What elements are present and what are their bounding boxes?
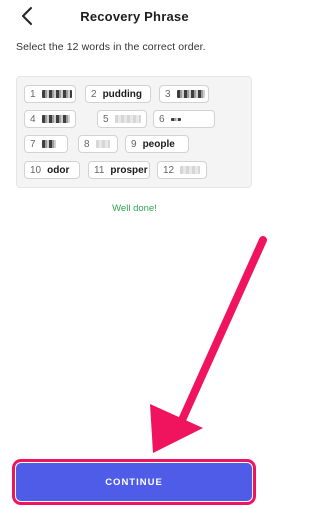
word-number: 6 <box>159 113 165 125</box>
word-chip-6[interactable]: 6 <box>153 110 215 128</box>
word-number: 8 <box>84 138 90 150</box>
obscured-word <box>176 90 205 98</box>
word-chip-1[interactable]: 1 <box>24 85 76 103</box>
obscured-word <box>170 117 181 121</box>
word-chip-11[interactable]: 11 prosper <box>88 161 150 179</box>
word-chip-5[interactable]: 5 <box>97 110 147 128</box>
continue-button[interactable]: CONTINUE <box>12 459 256 505</box>
word-chip-2[interactable]: 2 pudding <box>85 85 151 103</box>
header: Recovery Phrase <box>0 0 269 34</box>
word-chip-10[interactable]: 10 odor <box>24 161 80 179</box>
obscured-word <box>95 140 110 148</box>
word-number: 10 <box>30 164 42 176</box>
obscured-word <box>114 115 141 123</box>
word-number: 9 <box>131 138 137 150</box>
obscured-word <box>180 166 201 174</box>
word-grid: 1 2 pudding 3 4 5 6 7 8 9 people 10 odor… <box>16 76 252 188</box>
word-chip-7[interactable]: 7 <box>24 135 68 153</box>
obscured-word <box>41 140 56 148</box>
word-chip-12[interactable]: 12 <box>157 161 207 179</box>
obscured-word <box>41 90 72 98</box>
word-number: 5 <box>103 113 109 125</box>
instruction-text: Select the 12 words in the correct order… <box>16 41 206 53</box>
word-chip-4[interactable]: 4 <box>24 110 76 128</box>
word-chip-3[interactable]: 3 <box>159 85 209 103</box>
word-text: people <box>142 138 175 150</box>
success-message: Well done! <box>112 203 157 214</box>
page-title: Recovery Phrase <box>80 9 189 24</box>
word-number: 2 <box>91 88 97 100</box>
word-number: 4 <box>30 113 36 125</box>
word-number: 7 <box>30 138 36 150</box>
word-number: 11 <box>94 164 105 176</box>
word-chip-9[interactable]: 9 people <box>125 135 189 153</box>
word-number: 1 <box>30 88 36 100</box>
word-number: 3 <box>165 88 171 100</box>
obscured-word <box>41 115 70 123</box>
word-text: pudding <box>102 88 142 100</box>
word-text: odor <box>47 164 70 176</box>
word-text: prosper <box>110 164 148 176</box>
word-chip-8[interactable]: 8 <box>78 135 118 153</box>
word-number: 12 <box>163 164 175 176</box>
